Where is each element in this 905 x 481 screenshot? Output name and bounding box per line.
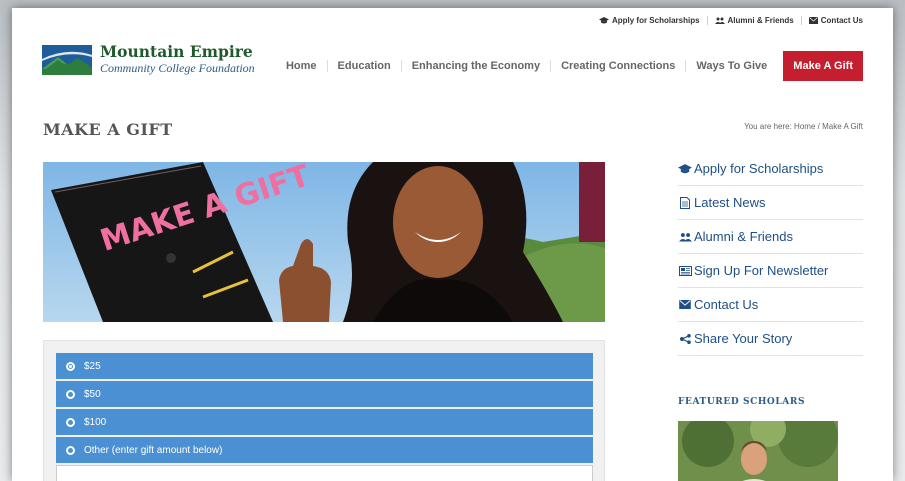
graduation-cap-icon <box>678 163 692 174</box>
utility-alumni-label: Alumni & Friends <box>727 16 794 25</box>
breadcrumb-current: Make A Gift <box>822 122 863 131</box>
sidebar-item-label: Latest News <box>694 195 766 210</box>
radio-selected-icon[interactable] <box>66 361 75 371</box>
make-a-gift-button[interactable]: Make A Gift <box>783 51 863 81</box>
radio-icon[interactable] <box>66 389 75 399</box>
graduation-cap-icon <box>598 17 609 24</box>
sidebar-item-label: Contact Us <box>694 297 759 312</box>
sidebar-item-newsletter[interactable]: Sign Up For Newsletter <box>678 254 863 288</box>
utility-apply-label: Apply for Scholarships <box>611 16 700 25</box>
gift-option-100[interactable]: $100 <box>56 409 593 435</box>
envelope-icon <box>808 17 818 24</box>
logo-subtitle: Community College Foundation <box>100 61 255 75</box>
gift-option-label: $25 <box>84 360 101 372</box>
utility-alumni-link[interactable]: Alumni & Friends <box>706 16 801 25</box>
sidebar-item-latest-news[interactable]: Latest News <box>678 186 863 220</box>
logo[interactable]: Mountain Empire Community College Founda… <box>42 44 255 75</box>
nav-creating-connections[interactable]: Creating Connections <box>550 60 685 72</box>
breadcrumb: You are here: Home / Make A Gift <box>744 122 863 131</box>
nav-ways-to-give[interactable]: Ways To Give <box>685 60 777 72</box>
utility-contact-link[interactable]: Contact Us <box>800 16 863 25</box>
sidebar: Apply for Scholarships Latest News Alumn… <box>678 152 863 356</box>
featured-scholar-photo[interactable] <box>678 421 838 481</box>
sidebar-item-label: Alumni & Friends <box>694 229 793 244</box>
hero-image: MAKE A GIFT <box>43 162 605 322</box>
sidebar-item-label: Apply for Scholarships <box>694 161 824 176</box>
utility-nav: Apply for Scholarships Alumni & Friends … <box>592 16 863 25</box>
gift-option-other[interactable]: Other (enter gift amount below) <box>56 437 593 463</box>
nav-home[interactable]: Home <box>276 60 327 72</box>
radio-icon[interactable] <box>66 445 75 455</box>
page: Apply for Scholarships Alumni & Friends … <box>12 8 893 481</box>
sidebar-item-share-story[interactable]: Share Your Story <box>678 322 863 356</box>
newspaper-icon <box>678 265 692 276</box>
utility-contact-label: Contact Us <box>820 16 863 25</box>
breadcrumb-prefix: You are here: <box>744 122 792 131</box>
breadcrumb-home-link[interactable]: Home <box>794 122 815 131</box>
radio-icon[interactable] <box>66 417 75 427</box>
nav-education[interactable]: Education <box>326 60 401 72</box>
gift-amount-input[interactable] <box>56 465 593 481</box>
sidebar-item-apply-scholarships[interactable]: Apply for Scholarships <box>678 152 863 186</box>
share-icon <box>678 333 692 344</box>
gift-option-label: Other (enter gift amount below) <box>84 444 223 456</box>
featured-scholars-heading: FEATURED SCHOLARS <box>678 397 806 407</box>
sidebar-item-label: Sign Up For Newsletter <box>694 263 829 278</box>
page-title: MAKE A GIFT <box>43 120 173 139</box>
logo-mountain-icon <box>42 44 92 75</box>
gift-option-50[interactable]: $50 <box>56 381 593 407</box>
users-icon <box>714 17 725 24</box>
utility-apply-scholarships-link[interactable]: Apply for Scholarships <box>592 16 707 25</box>
breadcrumb-separator: / <box>817 122 820 131</box>
sidebar-item-label: Share Your Story <box>694 331 793 346</box>
gift-form: $25 $50 $100 Other (enter gift amount be… <box>43 340 605 481</box>
gift-option-25[interactable]: $25 <box>56 353 593 379</box>
sidebar-item-contact-us[interactable]: Contact Us <box>678 288 863 322</box>
gift-option-label: $100 <box>84 416 107 428</box>
gift-option-label: $50 <box>84 388 101 400</box>
document-icon <box>678 196 692 209</box>
nav-enhancing-economy[interactable]: Enhancing the Economy <box>400 60 550 72</box>
logo-title: Mountain Empire <box>100 42 253 61</box>
envelope-icon <box>678 300 692 309</box>
main-nav: Home Education Enhancing the Economy Cre… <box>276 51 863 81</box>
users-icon <box>678 232 692 242</box>
sidebar-item-alumni-friends[interactable]: Alumni & Friends <box>678 220 863 254</box>
